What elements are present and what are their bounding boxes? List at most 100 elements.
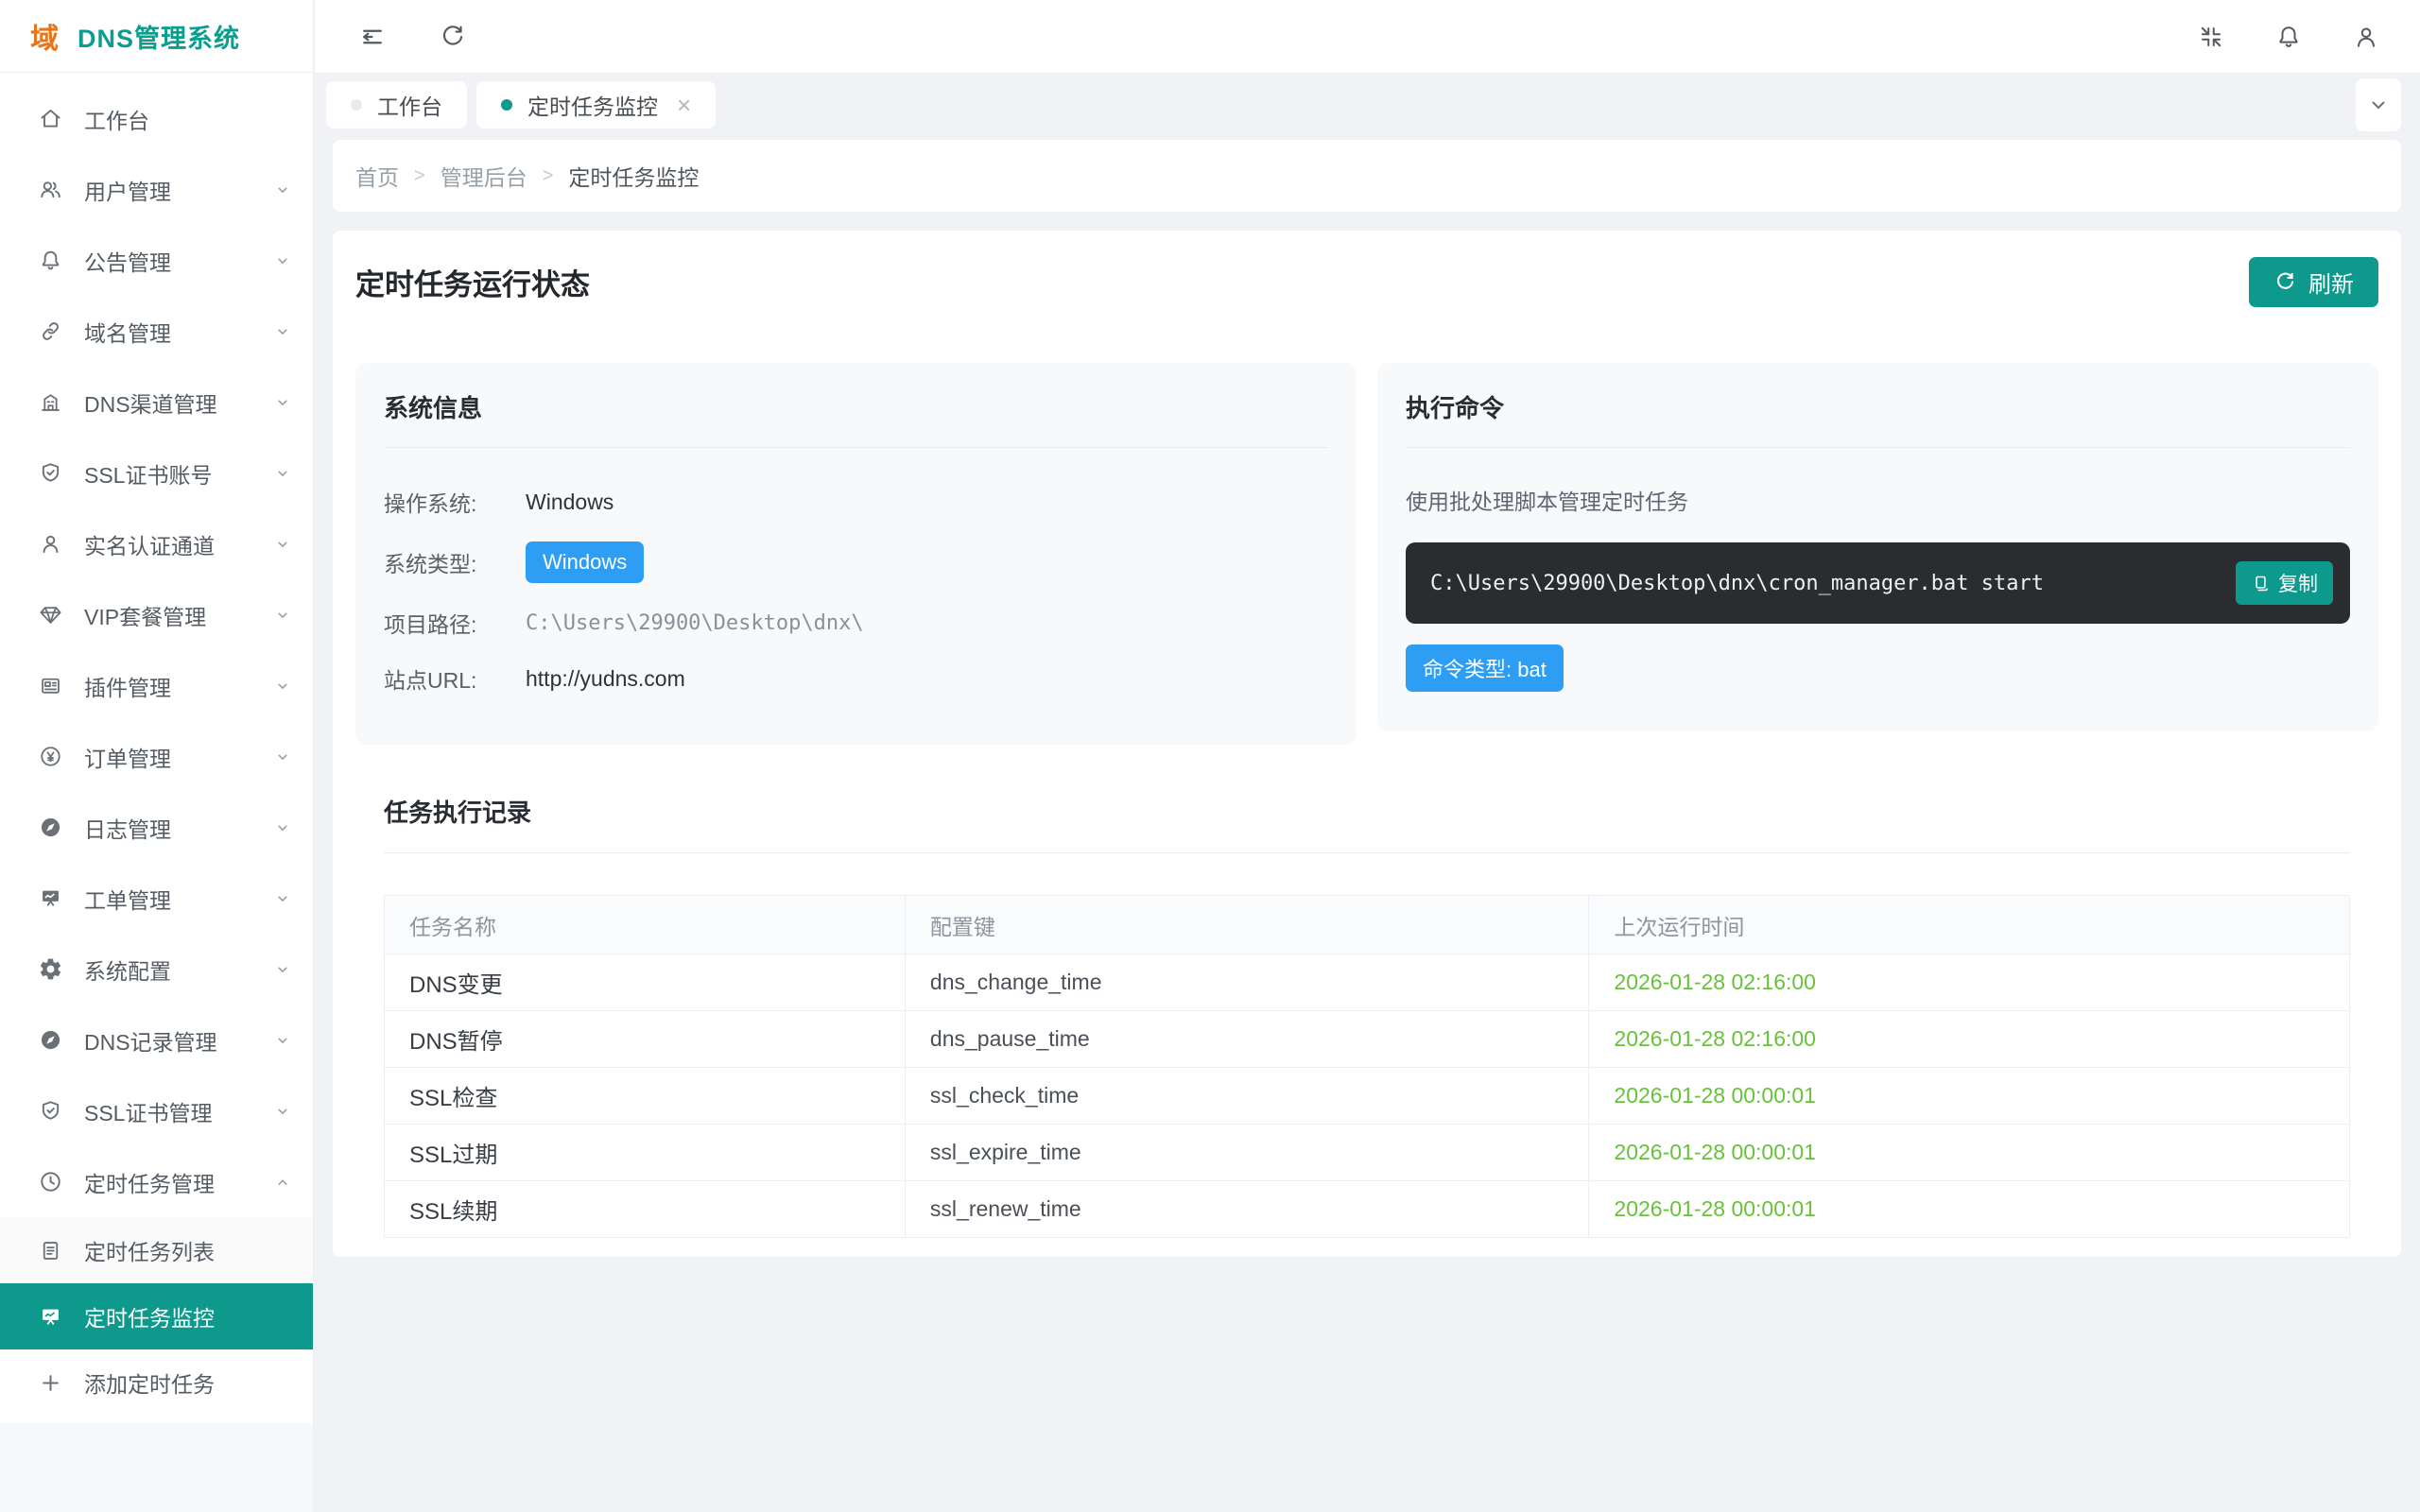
chevron-down-icon [273, 1031, 292, 1050]
chevron-down-icon [273, 818, 292, 837]
sidebar-item-users[interactable]: 用户管理 [0, 154, 313, 225]
app-title: DNS管理系统 [78, 18, 240, 55]
collapse-sidebar-icon[interactable] [358, 23, 387, 51]
sidebar-item-label: 用户管理 [84, 174, 273, 206]
bell-icon[interactable] [2274, 23, 2303, 51]
document-list-icon [38, 1238, 63, 1263]
sidebar-item-realname-auth[interactable]: 实名认证通道 [0, 508, 313, 579]
info-cards-row: 系统信息 操作系统: Windows 系统类型: Windows 项目路径: C… [355, 363, 2378, 745]
sidebar: 域 DNS管理系统 工作台 用户管理 公告管理 域名管理 DNS渠道管理 [0, 0, 314, 1512]
site-url-label: 站点URL: [384, 662, 526, 695]
table-header-row: 任务名称 配置键 上次运行时间 [385, 896, 2350, 954]
sidebar-item-label: 域名管理 [84, 316, 273, 348]
system-type-label: 系统类型: [384, 546, 526, 578]
breadcrumb-home[interactable]: 首页 [355, 160, 399, 192]
tab-workbench[interactable]: 工作台 [326, 81, 467, 129]
system-type-row: 系统类型: Windows [384, 541, 1328, 583]
sidebar-item-label: 日志管理 [84, 812, 273, 844]
copy-button[interactable]: 复制 [2236, 561, 2333, 605]
command-title: 执行命令 [1406, 389, 2350, 424]
sidebar-item-announcements[interactable]: 公告管理 [0, 225, 313, 296]
bank-icon [38, 389, 63, 415]
config-key-cell: ssl_expire_time [905, 1125, 1588, 1181]
sidebar-item-cron-monitor[interactable]: 定时任务监控 [0, 1283, 313, 1349]
sidebar-item-vip-packages[interactable]: VIP套餐管理 [0, 579, 313, 650]
sidebar-item-plugins[interactable]: 插件管理 [0, 650, 313, 721]
home-icon [38, 106, 63, 131]
chevron-down-icon [273, 180, 292, 199]
sidebar-item-system-config[interactable]: 系统配置 [0, 934, 313, 1005]
sidebar-filler [0, 1423, 313, 1512]
column-header-config-key: 配置键 [905, 896, 1588, 954]
compass-icon [38, 1027, 63, 1053]
sidebar-item-label: DNS记录管理 [84, 1024, 273, 1057]
tab-list-dropdown-button[interactable] [2356, 78, 2401, 131]
config-key-cell: ssl_check_time [905, 1068, 1588, 1125]
sidebar-item-cron-management[interactable]: 定时任务管理 [0, 1146, 313, 1217]
chevron-down-icon [273, 535, 292, 554]
divider [384, 852, 2350, 853]
yen-circle-icon [38, 744, 63, 769]
site-url-row: 站点URL: http://yudns.com [384, 662, 1328, 695]
sidebar-item-label: 定时任务管理 [84, 1166, 273, 1198]
shield-check-icon [38, 1098, 63, 1124]
breadcrumb-admin[interactable]: 管理后台 [441, 160, 527, 192]
breadcrumb-separator: > [543, 165, 554, 187]
sidebar-item-domains[interactable]: 域名管理 [0, 296, 313, 367]
sidebar-item-cron-list[interactable]: 定时任务列表 [0, 1217, 313, 1283]
task-name-cell: SSL续期 [385, 1181, 906, 1238]
app-logo: 域 DNS管理系统 [0, 0, 313, 73]
tab-dot-icon [351, 99, 362, 111]
chevron-down-icon [273, 889, 292, 908]
page-header: 定时任务运行状态 刷新 [355, 249, 2378, 314]
divider [1406, 447, 2350, 448]
gear-icon [38, 956, 63, 982]
bell-icon [38, 248, 63, 273]
sidebar-item-workbench[interactable]: 工作台 [0, 83, 313, 154]
tab-label: 定时任务监控 [527, 89, 658, 121]
sidebar-item-dns-records[interactable]: DNS记录管理 [0, 1005, 313, 1075]
user-icon[interactable] [2352, 23, 2380, 51]
tab-close-icon[interactable]: × [677, 93, 691, 117]
task-name-cell: DNS暂停 [385, 1011, 906, 1068]
fullscreen-exit-icon[interactable] [2197, 23, 2225, 51]
logo-glyph: 域 [30, 15, 59, 57]
sidebar-item-orders[interactable]: 订单管理 [0, 721, 313, 792]
sidebar-item-dns-channels[interactable]: DNS渠道管理 [0, 367, 313, 438]
tab-dot-icon [501, 99, 512, 111]
sidebar-item-add-cron[interactable]: 添加定时任务 [0, 1349, 313, 1416]
sidebar-item-label: 插件管理 [84, 670, 273, 702]
last-run-cell: 2026-01-28 00:00:01 [1589, 1068, 2350, 1125]
task-name-cell: DNS变更 [385, 954, 906, 1011]
sidebar-item-label: 定时任务列表 [84, 1234, 313, 1266]
chevron-down-icon [273, 393, 292, 412]
refresh-button-label: 刷新 [2308, 266, 2354, 299]
system-type-badge: Windows [526, 541, 644, 583]
compass-icon [38, 815, 63, 840]
sidebar-item-label: 工作台 [84, 103, 313, 135]
sidebar-item-ssl-accounts[interactable]: SSL证书账号 [0, 438, 313, 508]
site-url-value: http://yudns.com [526, 666, 685, 692]
tab-cron-monitor[interactable]: 定时任务监控 × [476, 81, 716, 129]
notebook-icon [38, 673, 63, 698]
os-value: Windows [526, 490, 614, 515]
sidebar-item-ssl-certs[interactable]: SSL证书管理 [0, 1075, 313, 1146]
table-row: DNS变更 dns_change_time 2026-01-28 02:16:0… [385, 954, 2350, 1011]
sidebar-item-label: SSL证书账号 [84, 457, 273, 490]
table-row: SSL续期 ssl_renew_time 2026-01-28 00:00:01 [385, 1181, 2350, 1238]
refresh-icon[interactable] [439, 23, 467, 51]
task-records-title: 任务执行记录 [384, 794, 2350, 829]
users-icon [38, 177, 63, 202]
refresh-button[interactable]: 刷新 [2249, 257, 2378, 307]
last-run-cell: 2026-01-28 00:00:01 [1589, 1181, 2350, 1238]
sidebar-item-label: 添加定时任务 [84, 1366, 313, 1399]
sidebar-item-tickets[interactable]: 工单管理 [0, 863, 313, 934]
task-name-cell: SSL过期 [385, 1125, 906, 1181]
sidebar-item-label: DNS渠道管理 [84, 387, 273, 419]
column-header-task-name: 任务名称 [385, 896, 906, 954]
column-header-last-run: 上次运行时间 [1589, 896, 2350, 954]
chevron-down-icon [273, 747, 292, 766]
sidebar-item-logs[interactable]: 日志管理 [0, 792, 313, 863]
system-info-title: 系统信息 [384, 389, 1328, 424]
sidebar-item-label: 定时任务监控 [84, 1300, 313, 1332]
